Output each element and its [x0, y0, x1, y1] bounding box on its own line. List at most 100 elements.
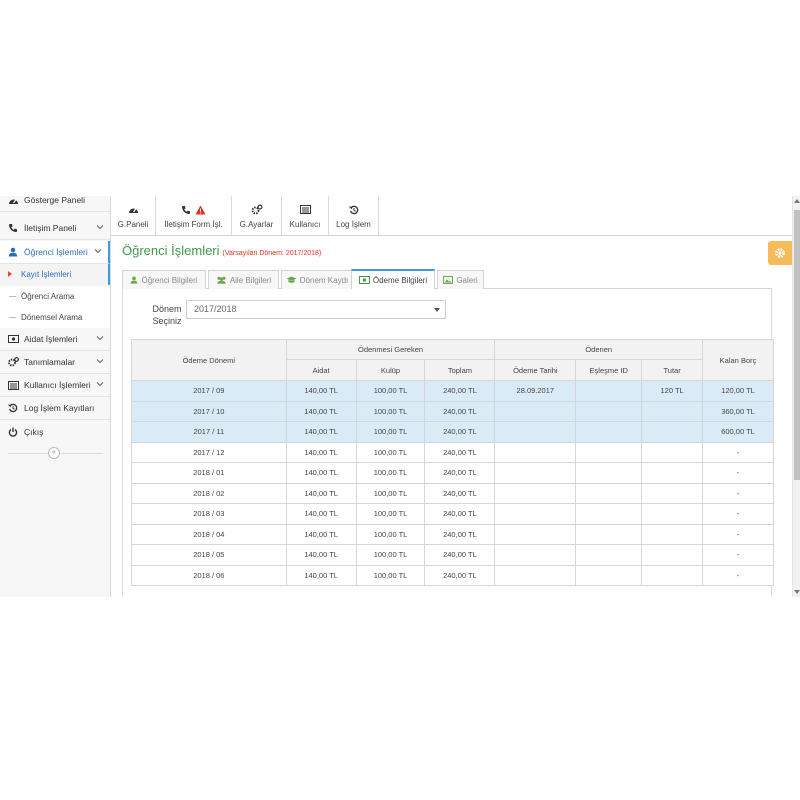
- toolbar-button-label: İletişim Form İşl.: [164, 220, 223, 229]
- cell-balance: -: [702, 523, 774, 545]
- phone-icon: [182, 205, 190, 214]
- sidebar-item-aidat[interactable]: Aidat İşlemleri: [0, 328, 110, 351]
- tab-label: Galeri: [456, 275, 478, 285]
- col-group-due: Ödenmesi Gereken: [285, 339, 496, 360]
- period-select[interactable]: 2017/2018: [186, 300, 446, 319]
- sidebar-item-log[interactable]: Log İşlem Kayıtları: [0, 397, 110, 420]
- cell-toplam: 240,00 TL: [424, 564, 496, 586]
- cell-aidat: 140,00 TL: [285, 421, 357, 443]
- col-group-paid: Ödenen: [494, 339, 704, 360]
- sidebar-item-label: Öğrenci İşlemleri: [24, 247, 88, 257]
- table-row[interactable]: 2018 / 06 140,00 TL 100,00 TL 240,00 TL -: [131, 564, 774, 586]
- sidebar-item-dashboard[interactable]: Gösterge Paneli: [0, 196, 110, 212]
- sidebar-item-label: Log İşlem Kayıtları: [24, 403, 95, 413]
- toolbar-button-label: G.Paneli: [117, 220, 149, 229]
- toolbar-gayarlar-button[interactable]: G.Ayarlar: [232, 196, 282, 236]
- cell-payment-date: [494, 523, 577, 545]
- cell-amount: [641, 400, 704, 422]
- table-row[interactable]: 2017 / 11 140,00 TL 100,00 TL 240,00 TL 600,…: [131, 421, 774, 443]
- col-header-amount: Tutar: [641, 359, 704, 381]
- cell-balance: -: [702, 441, 774, 463]
- cell-toplam: 240,00 TL: [424, 400, 496, 422]
- table-row[interactable]: 2017 / 10 140,00 TL 100,00 TL 240,00 TL 360,…: [131, 400, 774, 422]
- toolbar-iletisim-form-button[interactable]: İletişim Form İşl.: [156, 196, 232, 236]
- chevron-down-icon: [96, 359, 104, 364]
- chevron-down-icon: [96, 225, 104, 230]
- payments-table: Ödeme Dönemi Ödenmesi Gereken Ödenen Kal…: [131, 339, 774, 586]
- tab-ogrenci-bilgileri[interactable]: Öğrenci Bilgileri: [122, 270, 206, 289]
- table-row[interactable]: 2017 / 12 140,00 TL 100,00 TL 240,00 TL -: [131, 441, 774, 463]
- sidebar-subitem-label: Öğrenci Arama: [21, 292, 75, 301]
- cell-toplam: 240,00 TL: [424, 462, 496, 484]
- toolbar-button-label: Kullanıcı: [289, 220, 321, 229]
- tab-label: Ödeme Bilgileri: [372, 275, 428, 285]
- sidebar-collapse-button[interactable]: «: [48, 447, 60, 459]
- toolbar-button-label: Log İşlem: [336, 220, 371, 229]
- table-row[interactable]: 2018 / 05 140,00 TL 100,00 TL 240,00 TL -: [131, 544, 774, 566]
- sidebar-item-tanimlamalar[interactable]: Tanımlamalar: [0, 351, 110, 374]
- toolbar-kullanici-button[interactable]: Kullanıcı: [282, 196, 329, 236]
- table-row[interactable]: 2018 / 02 140,00 TL 100,00 TL 240,00 TL -: [131, 482, 774, 504]
- list-icon: [7, 379, 19, 391]
- col-header-balance: Kalan Borç: [702, 339, 774, 381]
- cell-match-id: [575, 523, 643, 545]
- dashboard-icon: [111, 204, 155, 215]
- cell-period: 2017 / 09: [131, 380, 287, 402]
- cell-kulup: 100,00 TL: [355, 400, 426, 422]
- tab-donem-kaydi[interactable]: Dönem Kaydı: [281, 270, 353, 289]
- cell-payment-date: [494, 564, 577, 586]
- vertical-scrollbar[interactable]: [792, 196, 800, 597]
- table-row[interactable]: 2017 / 09 140,00 TL 100,00 TL 240,00 TL 28.0…: [131, 380, 774, 402]
- cell-aidat: 140,00 TL: [285, 544, 357, 566]
- sidebar-subitem-donemsel-arama[interactable]: Dönemsel Arama: [0, 307, 110, 328]
- label-line-2: Seçiniz: [152, 316, 182, 326]
- toolbar-gpaneli-button[interactable]: G.Paneli: [111, 196, 156, 236]
- tab-aile-bilgileri[interactable]: Aile Bilgileri: [208, 270, 279, 289]
- top-toolbar: G.Paneli İletişim Form İşl. G.Ayarlar Ku…: [111, 196, 792, 236]
- payments-table-container: Ödeme Dönemi Ödenmesi Gereken Ödenen Kal…: [131, 339, 774, 597]
- table-row[interactable]: 2018 / 03 140,00 TL 100,00 TL 240,00 TL -: [131, 503, 774, 525]
- scrollbar-thumb[interactable]: [794, 210, 800, 480]
- cell-match-id: [575, 544, 643, 566]
- sidebar-subitem-label: Dönemsel Arama: [21, 313, 83, 322]
- cell-balance: -: [702, 564, 774, 586]
- sidebar-subitem-kayit[interactable]: Kayıt İşlemleri: [0, 264, 110, 285]
- cell-aidat: 140,00 TL: [285, 523, 357, 545]
- cell-match-id: [575, 564, 643, 586]
- period-select-value: 2017/2018: [194, 304, 237, 314]
- tab-galeri[interactable]: Galeri: [437, 270, 484, 289]
- power-icon: [7, 426, 19, 438]
- cell-aidat: 140,00 TL: [285, 503, 357, 525]
- cell-match-id: [575, 462, 643, 484]
- cell-payment-date: [494, 544, 577, 566]
- cell-match-id: [575, 400, 643, 422]
- user-icon: [131, 276, 138, 284]
- sidebar-item-cikis[interactable]: Çıkış: [0, 420, 110, 443]
- sidebar-item-ogrenci[interactable]: Öğrenci İşlemleri: [0, 241, 110, 264]
- settings-toggle-button[interactable]: [768, 241, 792, 265]
- list-icon: [282, 204, 328, 215]
- toolbar-log-islem-button[interactable]: Log İşlem: [329, 196, 379, 236]
- sidebar-item-label: Çıkış: [24, 426, 44, 437]
- col-header-match-id: Eşleşme ID: [575, 359, 643, 381]
- scroll-down-arrow-icon[interactable]: [794, 590, 800, 594]
- user-icon: [7, 246, 19, 258]
- cell-kulup: 100,00 TL: [355, 421, 426, 443]
- col-header-aidat: Aidat: [285, 359, 357, 381]
- tab-odeme-bilgileri[interactable]: Ödeme Bilgileri: [351, 269, 435, 289]
- sidebar-item-kullanici[interactable]: Kullanıcı İşlemleri: [0, 374, 110, 397]
- history-icon: [329, 204, 378, 215]
- cell-amount: [641, 462, 704, 484]
- period-select-label: Dönem Seçiniz: [151, 303, 183, 327]
- scroll-up-arrow-icon[interactable]: [794, 199, 800, 203]
- table-row[interactable]: 2018 / 01 140,00 TL 100,00 TL 240,00 TL -: [131, 462, 774, 484]
- table-row[interactable]: 2018 / 04 140,00 TL 100,00 TL 240,00 TL -: [131, 523, 774, 545]
- app-screenshot: Gösterge Paneli İletişim Paneli Öğrenci …: [0, 196, 800, 597]
- sidebar-item-iletisim[interactable]: İletişim Paneli: [0, 217, 110, 240]
- cell-period: 2017 / 10: [131, 400, 287, 422]
- money-icon: [7, 333, 19, 345]
- cell-match-id: [575, 380, 643, 402]
- sidebar-subitem-ogrenci-arama[interactable]: Öğrenci Arama: [0, 286, 110, 307]
- cell-kulup: 100,00 TL: [355, 462, 426, 484]
- cell-amount: [641, 564, 704, 586]
